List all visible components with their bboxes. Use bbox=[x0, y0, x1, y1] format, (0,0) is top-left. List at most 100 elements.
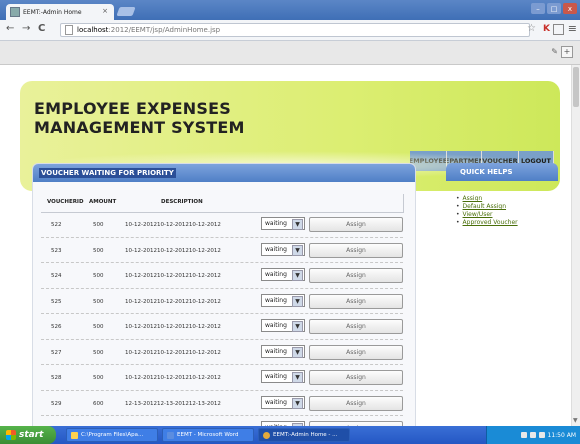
chevron-down-icon: ▼ bbox=[292, 372, 303, 383]
extension-box-icon[interactable] bbox=[553, 24, 564, 35]
table-row: 528 500 10-12-201210-12-201210-12-2012 wait… bbox=[41, 365, 403, 391]
site-title: EMPLOYEE EXPENSES MANAGEMENT SYSTEM bbox=[34, 99, 245, 137]
assign-button[interactable]: Assign bbox=[309, 268, 403, 283]
priority-select[interactable]: waiting ▼ bbox=[261, 344, 305, 358]
close-window-button[interactable]: x bbox=[563, 3, 577, 14]
quick-help-approved-voucher[interactable]: Approved Voucher bbox=[463, 219, 518, 226]
start-button[interactable]: start bbox=[0, 426, 56, 444]
word-icon bbox=[167, 431, 174, 439]
panel-header: VOUCHER WAITING FOR PRIORITY bbox=[33, 164, 415, 182]
chevron-down-icon: ▼ bbox=[292, 219, 303, 230]
taskbar-item-chrome[interactable]: EEMT:-Admin Home - ... bbox=[258, 428, 350, 442]
page-favicon-icon bbox=[10, 7, 20, 17]
page-viewport: EMPLOYEE EXPENSES MANAGEMENT SYSTEM EMPL… bbox=[0, 65, 572, 426]
scrollbar-thumb[interactable] bbox=[573, 67, 579, 107]
assign-button[interactable]: Assign bbox=[309, 217, 403, 232]
new-tab-button[interactable] bbox=[116, 7, 136, 16]
cell-amount: 500 bbox=[93, 222, 104, 228]
table-row: 529 600 12-13-201212-13-201212-13-2012 wait… bbox=[41, 391, 403, 416]
reload-icon[interactable]: C bbox=[38, 23, 45, 34]
browser-tab[interactable]: EEMT:-Admin Home × bbox=[6, 4, 114, 20]
quick-help-item: Default Assign bbox=[456, 203, 518, 211]
cell-voucherid: 524 bbox=[51, 273, 62, 279]
cell-description: 10-12-201210-12-201210-12-2012 bbox=[125, 375, 221, 381]
cell-amount: 500 bbox=[93, 324, 104, 330]
table-row: 523 500 10-12-201210-12-201210-12-2012 wait… bbox=[41, 238, 403, 263]
quick-help-item: View/User bbox=[456, 211, 518, 219]
start-label: start bbox=[19, 430, 44, 440]
browser-menu-icon[interactable]: ≡ bbox=[568, 22, 577, 35]
panel-title: VOUCHER WAITING FOR PRIORITY bbox=[39, 168, 176, 178]
security-icon[interactable] bbox=[538, 432, 545, 438]
table-header: VOUCHERID AMOUNT DESCRIPTION bbox=[41, 194, 404, 213]
cell-voucherid: 526 bbox=[51, 324, 62, 330]
priority-select[interactable]: waiting ▼ bbox=[261, 395, 305, 409]
assign-button[interactable]: Assign bbox=[309, 344, 403, 360]
system-tray: 11:50 AM bbox=[486, 426, 580, 444]
quick-helps-list: AssignDefault AssignView/UserApproved Vo… bbox=[456, 195, 518, 227]
priority-select[interactable]: waiting ▼ bbox=[261, 319, 305, 332]
table-row: 526 500 10-12-201210-12-201210-12-2012 wait… bbox=[41, 314, 403, 340]
cell-voucherid: 525 bbox=[51, 298, 62, 305]
forward-icon[interactable]: → bbox=[22, 23, 30, 34]
priority-select-value: waiting bbox=[265, 322, 287, 329]
quick-help-default-assign[interactable]: Default Assign bbox=[463, 203, 506, 210]
cell-description: 10-12-201210-12-201210-12-2012 bbox=[125, 222, 221, 228]
priority-select-value: waiting bbox=[265, 296, 287, 304]
add-icon[interactable]: + bbox=[561, 46, 573, 58]
table-row: 527 500 10-12-201210-12-201210-12-2012 wait… bbox=[41, 340, 403, 365]
assign-button[interactable]: Assign bbox=[309, 370, 403, 385]
window-controls: – □ x bbox=[531, 3, 577, 14]
cell-voucherid: 527 bbox=[51, 349, 62, 356]
back-icon[interactable]: ← bbox=[6, 23, 14, 34]
column-header-amount: AMOUNT bbox=[89, 199, 117, 205]
cell-voucherid: 528 bbox=[51, 375, 62, 381]
voucher-table-body: 522 500 10-12-201210-12-201210-12-2012 wait… bbox=[41, 212, 403, 426]
vertical-scrollbar[interactable]: ▼ bbox=[571, 65, 580, 426]
quick-help-view-user[interactable]: View/User bbox=[463, 211, 493, 218]
taskbar-item-label: C:\Program Files\Apa... bbox=[81, 432, 144, 438]
network-icon[interactable] bbox=[520, 432, 527, 438]
assign-button[interactable]: Assign bbox=[309, 395, 403, 411]
priority-select-value: waiting bbox=[265, 220, 287, 227]
priority-select-value: waiting bbox=[265, 398, 287, 406]
priority-select[interactable]: waiting ▼ bbox=[261, 370, 305, 383]
bookmark-star-icon[interactable]: ☆ bbox=[527, 23, 536, 34]
cell-description: 10-12-201210-12-201210-12-2012 bbox=[125, 273, 221, 279]
table-row: 53060012-13-201212-13-201212-13-2012wait… bbox=[41, 416, 403, 426]
volume-icon[interactable] bbox=[529, 432, 536, 438]
windows-taskbar: start C:\Program Files\Apa... EEMT - Mic… bbox=[0, 426, 580, 444]
minimize-button[interactable]: – bbox=[531, 3, 545, 14]
priority-select-value: waiting bbox=[265, 347, 287, 355]
priority-select-value: waiting bbox=[265, 373, 287, 380]
cell-description: 10-12-201210-12-201210-12-2012 bbox=[125, 247, 221, 254]
cell-description: 12-13-201212-13-201212-13-2012 bbox=[125, 400, 221, 407]
taskbar-item-word[interactable]: EEMT - Microsoft Word bbox=[162, 428, 254, 442]
priority-select[interactable]: waiting ▼ bbox=[261, 268, 305, 281]
assign-button[interactable]: Assign bbox=[309, 319, 403, 334]
address-bar[interactable]: localhost :2012/EEMT/jsp/AdminHome.jsp bbox=[60, 23, 530, 37]
assign-button[interactable]: Assign bbox=[309, 242, 403, 258]
table-row: 525 500 10-12-201210-12-201210-12-2012 wait… bbox=[41, 289, 403, 314]
extension-icon[interactable]: K bbox=[543, 24, 550, 34]
chrome-icon bbox=[263, 431, 270, 439]
priority-select[interactable]: waiting ▼ bbox=[261, 217, 305, 230]
browser-tab-bar: EEMT:-Admin Home × – □ x bbox=[0, 0, 580, 20]
maximize-button[interactable]: □ bbox=[547, 3, 561, 14]
assign-button[interactable]: Assign bbox=[309, 293, 403, 309]
tab-title: EEMT:-Admin Home bbox=[23, 8, 82, 16]
priority-select[interactable]: waiting ▼ bbox=[261, 242, 305, 256]
edit-icon[interactable]: ✎ bbox=[551, 47, 558, 56]
cell-amount: 500 bbox=[93, 247, 104, 254]
chevron-down-icon: ▼ bbox=[292, 244, 303, 256]
quick-help-item: Approved Voucher bbox=[456, 219, 518, 227]
folder-icon bbox=[71, 431, 78, 439]
taskbar-item-explorer[interactable]: C:\Program Files\Apa... bbox=[66, 428, 158, 442]
clock: 11:50 AM bbox=[547, 431, 576, 439]
scroll-down-arrow-icon[interactable]: ▼ bbox=[573, 417, 578, 424]
cell-description: 10-12-201210-12-201210-12-2012 bbox=[125, 298, 221, 305]
quick-help-assign[interactable]: Assign bbox=[463, 195, 483, 202]
priority-select[interactable]: waiting ▼ bbox=[261, 293, 305, 307]
tab-close-icon[interactable]: × bbox=[102, 7, 108, 15]
column-header-description: DESCRIPTION bbox=[161, 199, 203, 205]
